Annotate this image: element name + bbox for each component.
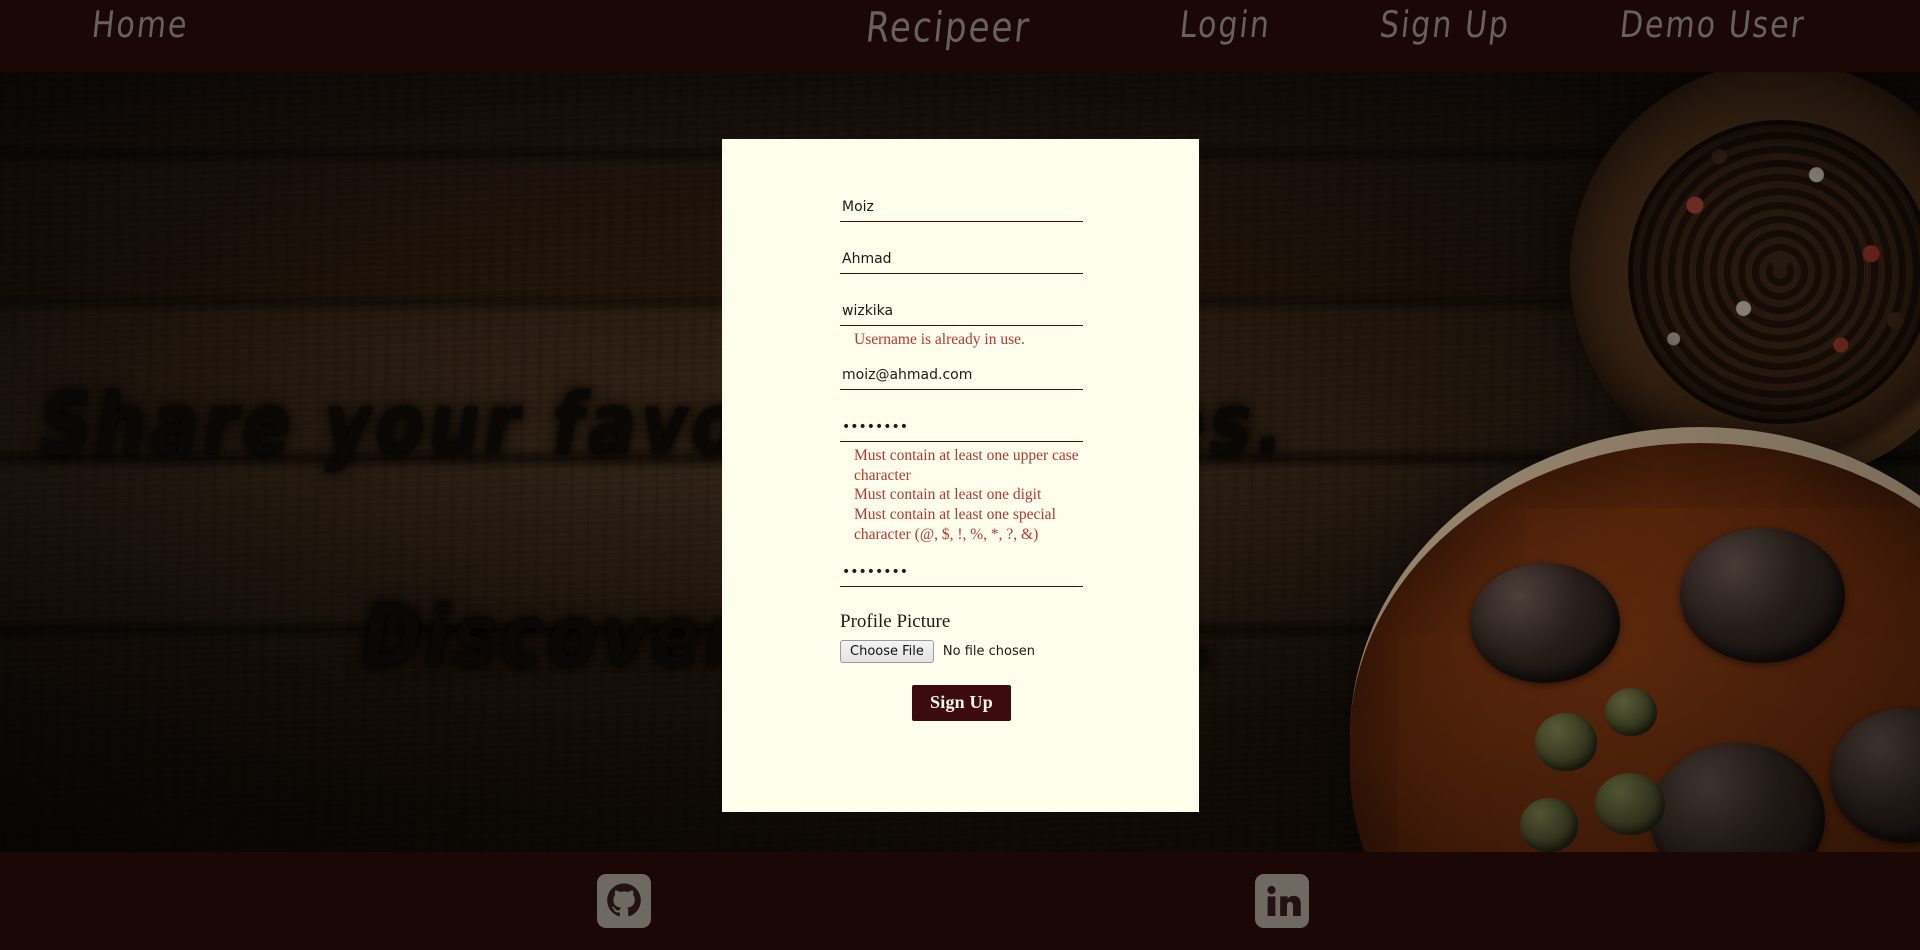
olive-decoration (1470, 563, 1620, 683)
nav-link-login[interactable]: Login (1178, 4, 1273, 47)
signup-submit-button[interactable]: Sign Up (912, 684, 1011, 721)
page-footer (0, 852, 1920, 950)
password-error-message: Must contain at least one special charac… (854, 506, 1056, 544)
submit-button-row: Sign Up (840, 684, 1083, 721)
nav-link-demo-user[interactable]: Demo User (1618, 4, 1808, 47)
choose-file-button[interactable]: Choose File (840, 639, 934, 663)
olive-decoration (1680, 528, 1845, 663)
signup-card: Username is already in use. Must contain… (722, 139, 1199, 812)
nav-link-home[interactable]: Home (90, 4, 191, 47)
nav-brand-recipeer[interactable]: Recipeer (863, 4, 1033, 53)
signup-form: Username is already in use. Must contain… (840, 196, 1083, 721)
password-error-list: Must contain at least one upper case cha… (840, 446, 1083, 545)
profile-picture-label: Profile Picture (840, 610, 951, 632)
caper-decoration (1595, 773, 1665, 835)
nav-link-signup[interactable]: Sign Up (1378, 4, 1512, 47)
linkedin-icon (1255, 874, 1309, 928)
no-file-chosen-text: No file chosen (942, 643, 1035, 659)
password-error-message: Must contain at least one upper case cha… (854, 446, 1079, 484)
field-spacer (840, 350, 1083, 364)
profile-picture-file-input[interactable]: Choose File No file chosen (840, 639, 1083, 663)
caper-decoration (1520, 798, 1578, 852)
username-error-list: Username is already in use. (840, 330, 1083, 350)
confirm-password-input[interactable] (840, 560, 1083, 587)
last-name-input[interactable] (840, 248, 1083, 274)
field-spacer (840, 274, 1083, 300)
field-spacer (840, 222, 1083, 248)
email-input[interactable] (840, 363, 1083, 390)
caper-decoration (1535, 713, 1597, 771)
signup-page: Home Recipeer Login Sign Up Demo User Sh… (0, 0, 1920, 950)
caper-decoration (1605, 688, 1657, 736)
password-error-message: Must contain at least one digit (854, 486, 1042, 504)
olive-decoration (1830, 708, 1920, 843)
password-input[interactable] (840, 415, 1083, 442)
github-icon (597, 874, 651, 928)
top-navbar: Home Recipeer Login Sign Up Demo User (0, 0, 1920, 72)
field-spacer (840, 390, 1083, 416)
username-error-message: Username is already in use. (854, 331, 1025, 348)
linkedin-link[interactable] (1255, 874, 1309, 928)
username-input[interactable] (840, 300, 1083, 326)
first-name-input[interactable] (840, 196, 1083, 222)
olive-decoration (1650, 743, 1825, 852)
field-spacer (840, 545, 1083, 561)
github-link[interactable] (597, 874, 651, 928)
